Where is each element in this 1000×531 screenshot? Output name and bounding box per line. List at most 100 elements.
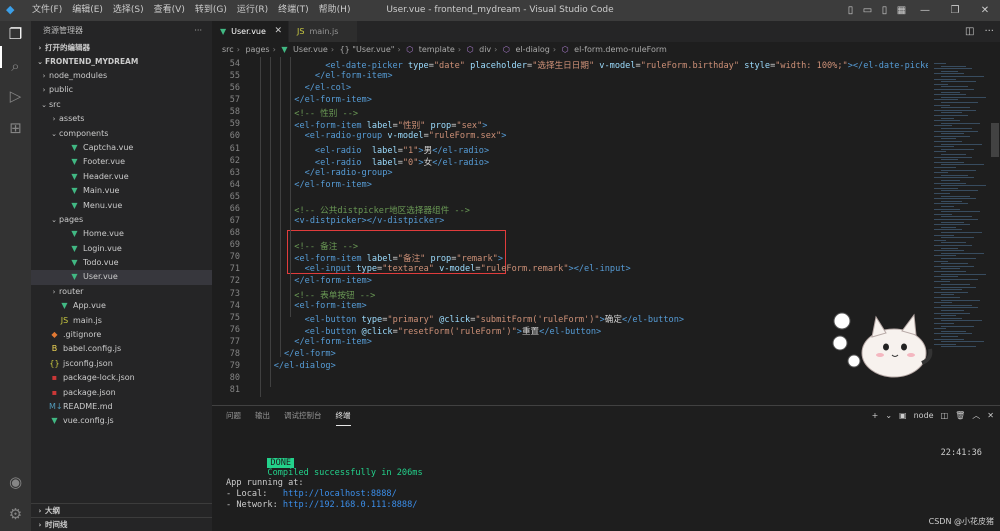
menu-selection[interactable]: 选择(S): [108, 0, 149, 21]
code-editor[interactable]: 54 <el-date-picker type="date" placeholde…: [212, 57, 928, 419]
close-panel-icon[interactable]: ✕: [987, 406, 994, 426]
close-window-icon[interactable]: ✕: [970, 0, 1000, 21]
tree-item[interactable]: ▼ Todo.vue: [31, 256, 212, 270]
tree-item[interactable]: {} jsconfig.json: [31, 357, 212, 371]
tree-item[interactable]: ›▸assets: [31, 112, 212, 126]
terminal-shell-name[interactable]: node: [914, 406, 934, 426]
line-number: 61: [229, 143, 240, 154]
outline-section[interactable]: › 大纲: [31, 503, 212, 517]
breadcrumb-item[interactable]: pages: [245, 45, 269, 54]
vertical-scrollbar-track[interactable]: [990, 57, 1000, 419]
code-token: <!-- 表单按钮 -->: [294, 290, 376, 301]
tree-item[interactable]: ▼ Captcha.vue: [31, 141, 212, 155]
menu-go[interactable]: 转到(G): [190, 0, 232, 21]
tree-item[interactable]: ▪ package-lock.json: [31, 371, 212, 385]
tree-item[interactable]: ▼ User.vue: [31, 270, 212, 285]
minimap-line: [934, 187, 958, 189]
tree-item[interactable]: ▼ Menu.vue: [31, 199, 212, 213]
menu-view[interactable]: 查看(V): [149, 0, 190, 21]
close-tab-icon[interactable]: ✕: [274, 21, 282, 42]
code-token: <el-form-item: [294, 121, 367, 132]
menu-file[interactable]: 文件(F): [27, 0, 67, 21]
tab-output[interactable]: 输出: [255, 406, 270, 426]
new-terminal-icon[interactable]: +: [872, 406, 879, 426]
breadcrumb-item[interactable]: template: [419, 45, 455, 54]
run-debug-icon[interactable]: ▷: [6, 87, 25, 106]
tree-item[interactable]: ▼ Home.vue: [31, 227, 212, 241]
account-icon[interactable]: ◉: [6, 473, 25, 492]
tab-user-vue[interactable]: ▼ User.vue ✕: [212, 21, 288, 42]
terminal-dropdown-icon[interactable]: ⌄: [885, 406, 892, 426]
code-line: <el-form-item>: [294, 301, 366, 311]
code-token: type: [356, 264, 378, 275]
more-actions-icon[interactable]: ···: [194, 21, 202, 41]
split-editor-icon[interactable]: ◫: [965, 21, 974, 42]
tab-terminal[interactable]: 终端: [335, 406, 351, 426]
tree-item[interactable]: ⌄▸pages: [31, 213, 212, 227]
minimap[interactable]: [928, 57, 990, 419]
vue-file-icon: ▼: [61, 301, 68, 311]
tree-item[interactable]: ▼ Header.vue: [31, 170, 212, 184]
extensions-icon[interactable]: ⊞: [6, 119, 25, 138]
code-token: >: [501, 131, 507, 142]
timeline-section[interactable]: › 时间线: [31, 517, 212, 531]
kill-terminal-icon[interactable]: 🗑: [955, 406, 965, 426]
tree-item[interactable]: ⌄▸components: [31, 127, 212, 141]
tab-debug-console[interactable]: 调试控制台: [284, 406, 322, 426]
editor-more-icon[interactable]: ···: [984, 21, 994, 42]
vertical-scrollbar-thumb[interactable]: [991, 123, 999, 157]
tree-item[interactable]: ▼ Login.vue: [31, 242, 212, 256]
breadcrumb-item[interactable]: {} "User.vue": [340, 45, 395, 54]
minimap-line: [934, 338, 964, 340]
code-token: "ruleForm.birthday": [640, 61, 745, 71]
tree-item[interactable]: ▼ App.vue: [31, 299, 212, 313]
code-token: "备注": [397, 254, 431, 265]
line-number: 80: [229, 373, 240, 384]
tree-item[interactable]: ›▸node_modules: [31, 69, 212, 83]
tree-item[interactable]: ▼ vue.config.js: [31, 414, 212, 428]
tab-main-js[interactable]: JS main.js: [289, 21, 357, 42]
toggle-sidebar-icon[interactable]: ▯: [842, 0, 859, 21]
tree-item[interactable]: ◆ .gitignore: [31, 328, 212, 342]
minimap-line: [941, 252, 984, 254]
toggle-secondary-sidebar-icon[interactable]: ▯: [876, 0, 893, 21]
tree-item[interactable]: M↓README.md: [31, 400, 212, 414]
menu-run[interactable]: 运行(R): [232, 0, 273, 21]
tree-item[interactable]: ›▸router: [31, 285, 212, 299]
minimize-icon[interactable]: —: [910, 0, 940, 21]
menu-edit[interactable]: 编辑(E): [67, 0, 108, 21]
tree-item[interactable]: ▼ Main.vue: [31, 184, 212, 198]
minimap-line: [941, 247, 958, 249]
indent-guide: [290, 57, 291, 317]
split-terminal-icon[interactable]: ◫: [941, 406, 949, 426]
tree-item-label: Login.vue: [83, 243, 122, 253]
breadcrumb-item[interactable]: src: [222, 45, 234, 54]
tree-item[interactable]: ▪ package.json: [31, 386, 212, 400]
open-editors-section[interactable]: › 打开的编辑器: [31, 41, 212, 55]
minimap-line: [941, 86, 968, 88]
network-url[interactable]: http://192.168.0.111:8888/: [283, 500, 418, 510]
maximize-panel-icon[interactable]: ︿: [972, 406, 980, 426]
breadcrumb-item[interactable]: el-form.demo-ruleForm: [574, 45, 667, 54]
network-label: - Network:: [226, 500, 283, 510]
search-icon[interactable]: ⌕: [6, 57, 25, 76]
project-root[interactable]: ⌄ FRONTEND_MYDREAM: [31, 55, 212, 69]
menu-help[interactable]: 帮助(H): [314, 0, 356, 21]
tab-problems[interactable]: 问题: [226, 406, 241, 426]
toggle-panel-icon[interactable]: ▭: [859, 0, 876, 21]
breadcrumb-item[interactable]: div: [479, 45, 491, 54]
tree-item[interactable]: JS main.js: [31, 314, 212, 328]
breadcrumb-item[interactable]: el-dialog: [515, 45, 549, 54]
maximize-icon[interactable]: ❐: [940, 0, 970, 21]
settings-gear-icon[interactable]: ⚙: [6, 505, 25, 524]
explorer-icon[interactable]: ❐: [6, 25, 25, 44]
breadcrumb-item[interactable]: User.vue: [293, 45, 328, 54]
tree-item[interactable]: Bbabel.config.js: [31, 342, 212, 356]
customize-layout-icon[interactable]: ▦: [893, 0, 910, 21]
minimap-line: [934, 104, 950, 106]
tree-item[interactable]: ⌄▸src: [31, 98, 212, 112]
tree-item[interactable]: ›▸public: [31, 83, 212, 97]
tree-item[interactable]: ▼ Footer.vue: [31, 155, 212, 169]
local-url[interactable]: http://localhost:8888/: [283, 489, 397, 499]
menu-terminal[interactable]: 终端(T): [273, 0, 314, 21]
